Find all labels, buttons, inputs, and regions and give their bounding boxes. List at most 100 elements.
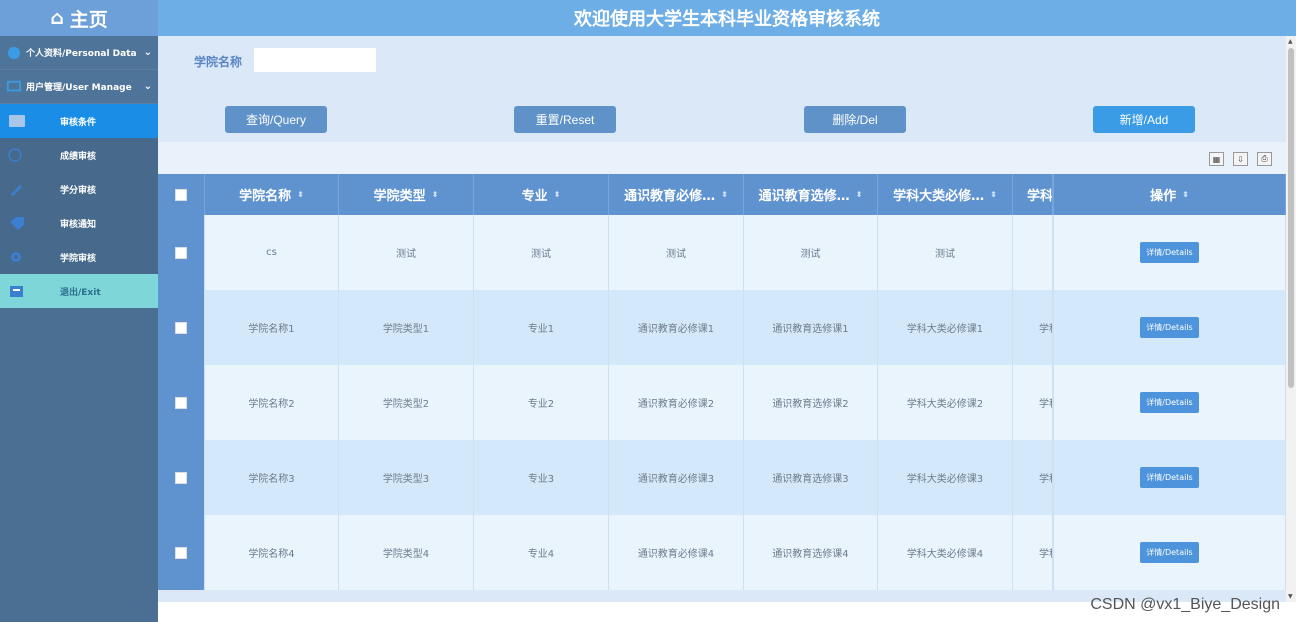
table-cell: 测试	[474, 215, 609, 290]
table-cell: 学科	[1013, 365, 1053, 440]
row-checkbox[interactable]	[175, 396, 187, 409]
scroll-up-icon[interactable]: ▲	[1288, 38, 1293, 45]
column-header[interactable]: 通识教育必修… ⬍	[609, 174, 744, 215]
search-label: 学院名称	[194, 55, 243, 69]
row-checkbox[interactable]	[175, 321, 187, 334]
pencil-icon	[11, 185, 22, 196]
table-cell: 通识教育选修课4	[744, 515, 878, 590]
sidebar-item-credit-audit[interactable]: 学分审核	[0, 172, 158, 206]
sidebar-item-college-audit[interactable]: 学院审核	[0, 240, 158, 274]
add-button[interactable]: 新增/Add	[1093, 106, 1195, 133]
scroll-down-icon[interactable]: ▼	[1288, 593, 1293, 600]
sort-icon: ⬍	[1182, 190, 1189, 199]
actions-cell: 详情/Details	[1053, 290, 1286, 365]
actions-cell: 详情/Details	[1053, 215, 1286, 290]
sidebar-item-label: 审核通知	[60, 219, 97, 230]
sidebar-item-exit[interactable]: 退出/Exit	[0, 274, 158, 308]
row-select-cell	[158, 440, 205, 515]
actions-cell: 详情/Details	[1053, 365, 1286, 440]
sidebar-item-audit-conditions[interactable]: 审核条件	[0, 104, 158, 138]
scrollbar-thumb[interactable]	[1288, 48, 1294, 388]
row-checkbox[interactable]	[175, 471, 187, 484]
column-header[interactable]: 专业 ⬍	[474, 174, 609, 215]
table-cell: 学科大类必修课1	[878, 290, 1013, 365]
table-row[interactable]: 学院名称2学院类型2专业2通识教育必修课2通识教育选修课2学科大类必修课2学科 详…	[158, 365, 1286, 440]
table-cell: 专业4	[474, 515, 609, 590]
menu-label: 用户管理/User Manage	[26, 83, 132, 93]
delete-button[interactable]: 删除/Del	[804, 106, 906, 133]
table-cell: 通识教育选修课1	[744, 290, 878, 365]
chevron-down-icon: ⌄	[143, 47, 152, 58]
print-icon[interactable]: ⎙	[1257, 152, 1272, 166]
reset-button[interactable]: 重置/Reset	[514, 106, 616, 133]
export-icon[interactable]: ⇩	[1233, 152, 1248, 166]
menu-user-manage[interactable]: 用户管理/User Manage ⌄	[0, 70, 158, 104]
table-cell: 学院类型4	[339, 515, 474, 590]
table-cell: 学科	[1013, 515, 1053, 590]
sidebar-item-label: 退出/Exit	[60, 287, 101, 298]
column-header[interactable]: 学科	[1013, 174, 1053, 215]
table-cell: 学院类型3	[339, 440, 474, 515]
column-header[interactable]: 通识教育选修… ⬍	[744, 174, 878, 215]
globe-icon	[8, 148, 22, 162]
watermark: CSDN @vx1_Biye_Design	[1090, 596, 1280, 613]
table-row[interactable]: 学院名称3学院类型3专业3通识教育必修课3通识教育选修课3学科大类必修课3学科 详…	[158, 440, 1286, 515]
table-cell: 专业2	[474, 365, 609, 440]
sidebar-item-label: 审核条件	[60, 117, 97, 128]
row-select-cell	[158, 215, 205, 290]
table-cell: 通识教育选修课3	[744, 440, 878, 515]
column-header[interactable]: 学院名称 ⬍	[205, 174, 339, 215]
college-name-input[interactable]	[254, 48, 376, 72]
table-cell: cs	[205, 215, 339, 290]
columns-icon[interactable]: ▦	[1209, 152, 1224, 166]
tag-icon	[10, 217, 24, 230]
home-link[interactable]: ⌂ 主页	[0, 0, 158, 36]
menu-personal-data[interactable]: 个人资料/Personal Data ⌄	[0, 36, 158, 70]
details-button[interactable]: 详情/Details	[1140, 392, 1199, 413]
vertical-scrollbar[interactable]: ▲ ▼	[1286, 36, 1296, 602]
table-cell: 专业3	[474, 440, 609, 515]
table-cell: 通识教育必修课2	[609, 365, 744, 440]
table-cell	[1013, 215, 1053, 290]
actions-cell: 详情/Details	[1053, 515, 1286, 590]
sidebar-item-label: 成绩审核	[60, 151, 97, 162]
exit-icon	[10, 286, 23, 297]
row-select-cell	[158, 365, 205, 440]
details-button[interactable]: 详情/Details	[1140, 467, 1199, 488]
details-button[interactable]: 详情/Details	[1140, 542, 1199, 563]
query-button[interactable]: 查询/Query	[225, 106, 327, 133]
sidebar-item-audit-notice[interactable]: 审核通知	[0, 206, 158, 240]
details-button[interactable]: 详情/Details	[1140, 242, 1199, 263]
select-all-cell	[158, 174, 205, 215]
table-cell: 通识教育必修课4	[609, 515, 744, 590]
table-cell: 专业1	[474, 290, 609, 365]
row-checkbox[interactable]	[175, 546, 187, 559]
sidebar-item-grade-audit[interactable]: 成绩审核	[0, 138, 158, 172]
table-cell: 通识教育必修课1	[609, 290, 744, 365]
column-header[interactable]: 学院类型 ⬍	[339, 174, 474, 215]
id-card-icon	[9, 115, 25, 127]
table-cell: 学院类型2	[339, 365, 474, 440]
row-checkbox[interactable]	[175, 246, 187, 259]
sort-icon: ⬍	[721, 190, 728, 199]
chevron-down-icon: ⌄	[143, 81, 152, 92]
table-row[interactable]: 学院名称1学院类型1专业1通识教育必修课1通识教育选修课1学科大类必修课1学科 详…	[158, 290, 1286, 365]
table-cell: 学科	[1013, 440, 1053, 515]
menu-label: 个人资料/Personal Data	[26, 49, 137, 59]
page-title: 欢迎使用大学生本科毕业资格审核系统	[158, 0, 1296, 36]
table-toolbar	[158, 142, 1286, 174]
table-cell: 测试	[878, 215, 1013, 290]
monitor-icon	[7, 80, 21, 91]
sidebar-item-label: 学院审核	[60, 253, 97, 264]
table-cell: 学院类型1	[339, 290, 474, 365]
sidebar: ⌂ 主页 个人资料/Personal Data ⌄ 用户管理/User Mana…	[0, 0, 158, 622]
select-all-checkbox[interactable]	[175, 188, 187, 201]
table-cell: 学科大类必修课4	[878, 515, 1013, 590]
table-row[interactable]: cs 测试 测试 测试 测试 测试 详情/Details	[158, 215, 1286, 290]
table-cell: 学科大类必修课3	[878, 440, 1013, 515]
actions-cell: 详情/Details	[1053, 440, 1286, 515]
table-row[interactable]: 学院名称4学院类型4专业4通识教育必修课4通识教育选修课4学科大类必修课4学科 详…	[158, 515, 1286, 590]
details-button[interactable]: 详情/Details	[1140, 317, 1199, 338]
column-header[interactable]: 学科大类必修… ⬍	[878, 174, 1013, 215]
sort-icon: ⬍	[855, 190, 863, 199]
